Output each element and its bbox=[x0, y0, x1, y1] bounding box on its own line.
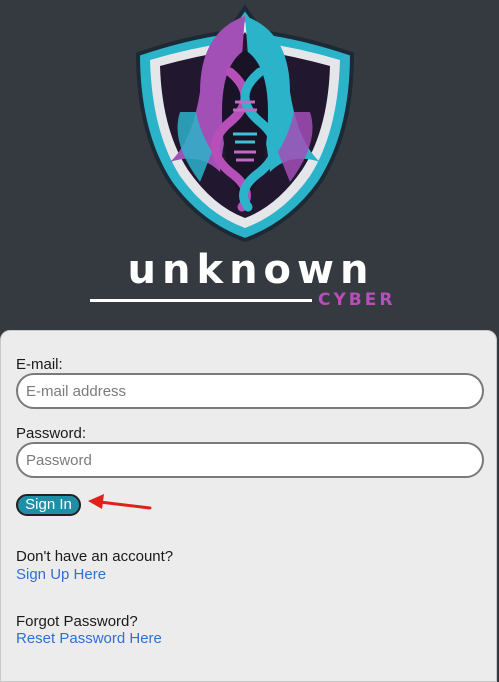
sign-up-link[interactable]: Sign Up Here bbox=[16, 566, 106, 584]
hooded-dna-shield-logo bbox=[135, 4, 355, 242]
red-arrow-icon bbox=[88, 494, 152, 510]
email-field[interactable] bbox=[16, 373, 484, 409]
brand-wordmark: UNKNOWN CYBER bbox=[86, 248, 416, 314]
email-label: E-mail: bbox=[16, 356, 63, 373]
password-label: Password: bbox=[16, 425, 87, 442]
brand-title: UNKNOWN bbox=[127, 247, 375, 293]
password-field[interactable] bbox=[16, 442, 484, 478]
sign-in-button[interactable]: Sign In bbox=[16, 494, 81, 516]
signup-prompt: Don't have an account? bbox=[16, 548, 174, 565]
reset-password-link[interactable]: Reset Password Here bbox=[16, 630, 162, 648]
brand-subtitle: CYBER bbox=[318, 290, 396, 310]
brand-divider bbox=[90, 299, 312, 302]
brand-header: UNKNOWN CYBER bbox=[0, 0, 499, 330]
forgot-password-prompt: Forgot Password? bbox=[16, 613, 138, 630]
